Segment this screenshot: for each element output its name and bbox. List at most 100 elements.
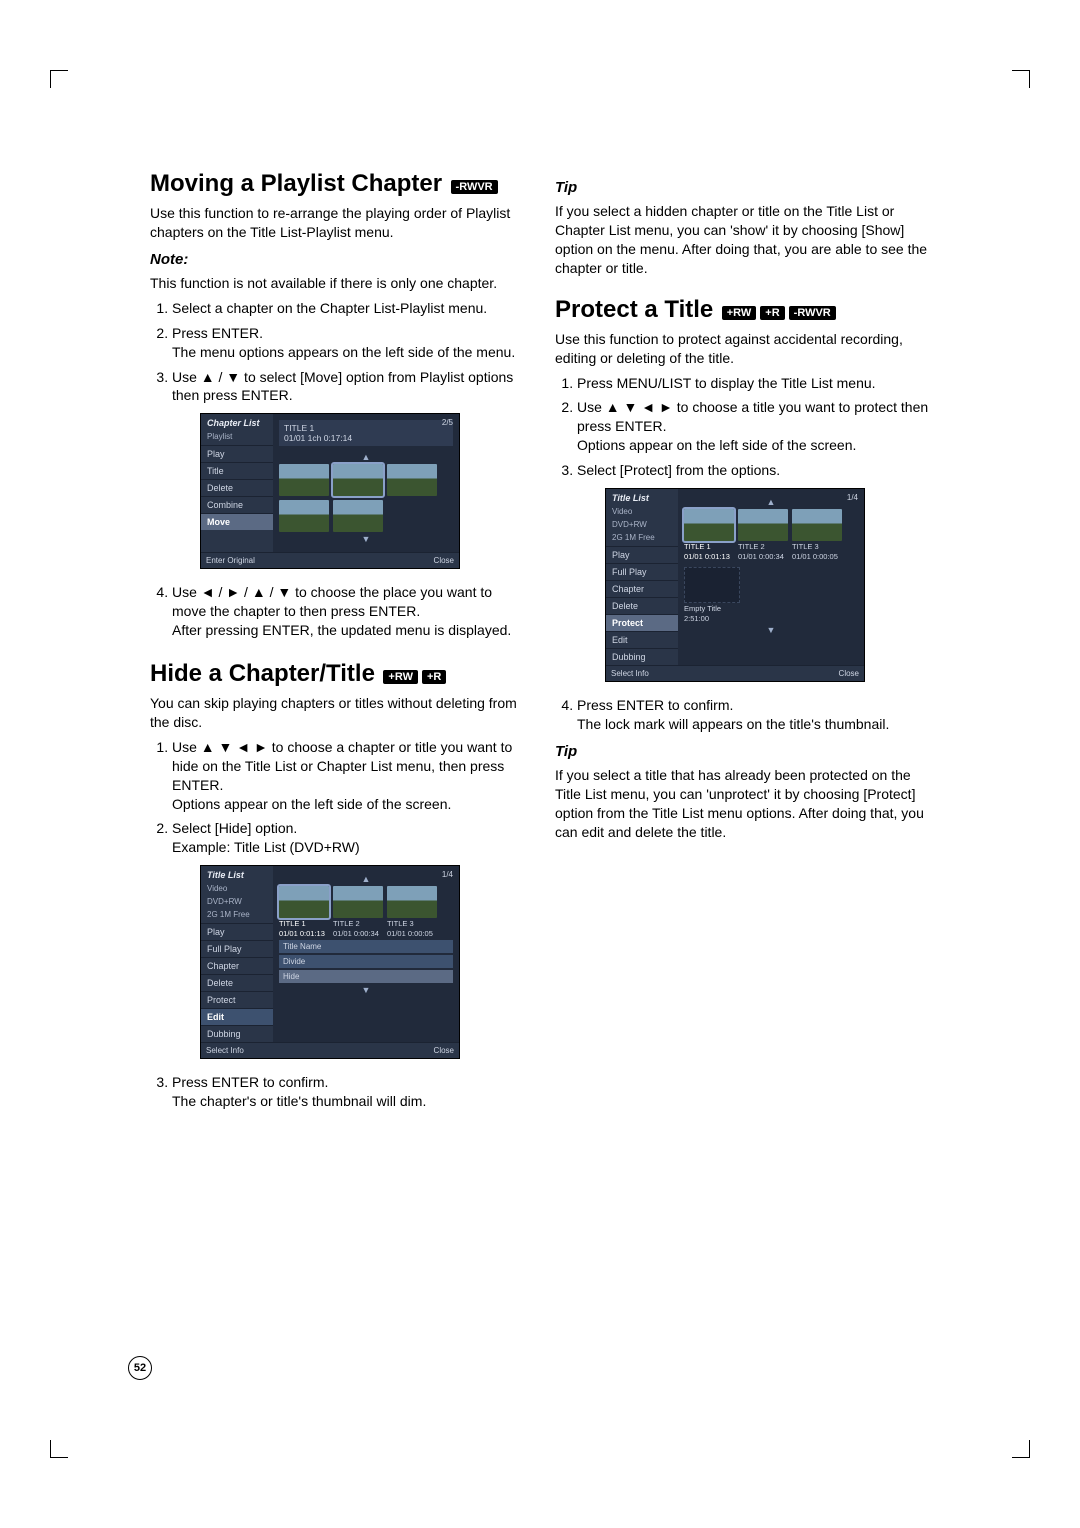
step: Use ◄ / ► / ▲ / ▼ to choose the place yo… bbox=[172, 583, 525, 640]
right-column: Tip If you select a hidden chapter or ti… bbox=[555, 170, 930, 1131]
menu-item: Play bbox=[606, 546, 678, 563]
thumbnail bbox=[387, 886, 437, 918]
menu-item: Play bbox=[201, 445, 273, 462]
empty-thumbnail bbox=[684, 567, 740, 603]
shot-free-space: 2G 1M Free bbox=[201, 910, 273, 923]
menu-item: Combine bbox=[201, 496, 273, 513]
pager-down-icon: ▼ bbox=[684, 623, 858, 637]
step: Press ENTER to confirm.The lock mark wil… bbox=[577, 696, 930, 734]
step: Select a chapter on the Chapter List-Pla… bbox=[172, 299, 525, 318]
edit-submenu-item: Title Name bbox=[279, 940, 453, 953]
steps-protect-1: Press MENU/LIST to display the Title Lis… bbox=[555, 374, 930, 480]
title-cell-selected: TITLE 1 01/01 0:01:13 bbox=[684, 509, 734, 561]
menu-item: Title bbox=[201, 462, 273, 479]
title-cell-selected: TITLE 1 01/01 0:01:13 bbox=[279, 886, 329, 938]
menu-item: Delete bbox=[606, 597, 678, 614]
menu-item: Delete bbox=[201, 974, 273, 991]
step: Select [Hide] option.Example: Title List… bbox=[172, 819, 525, 857]
shot-side-menu: Play Full Play Chapter Delete Protect Ed… bbox=[201, 923, 273, 1042]
badge-rwvr: -RWVR bbox=[451, 180, 498, 194]
title-cell: TITLE 2 01/01 0:00:34 bbox=[738, 509, 788, 561]
badge-r: +R bbox=[760, 306, 784, 320]
step: Use ▲ ▼ ◄ ► to choose a title you want t… bbox=[577, 398, 930, 455]
shot-title: Title List bbox=[606, 489, 678, 507]
badges-moving: -RWVR bbox=[451, 180, 498, 194]
shot-footer-right: Close bbox=[434, 1046, 454, 1055]
menu-item: Chapter bbox=[201, 957, 273, 974]
intro-hide: You can skip playing chapters or titles … bbox=[150, 694, 525, 732]
tip-heading: Tip bbox=[555, 742, 930, 762]
left-column: Moving a Playlist Chapter -RWVR Use this… bbox=[150, 170, 525, 1131]
shot-footer-left: Enter Original bbox=[206, 556, 255, 565]
menu-item: Dubbing bbox=[201, 1025, 273, 1042]
section-hide-chapter: Hide a Chapter/Title +RW +R You can skip… bbox=[150, 660, 525, 1111]
menu-item: Protect bbox=[201, 991, 273, 1008]
screenshot-chapter-list: Chapter List Playlist Play Title Delete … bbox=[200, 413, 460, 569]
badge-rw: +RW bbox=[383, 670, 418, 684]
crop-mark bbox=[1012, 1440, 1030, 1458]
shot-count: 1/4 bbox=[847, 493, 858, 502]
tip-body: If you select a hidden chapter or title … bbox=[555, 202, 930, 278]
shot-footer-left: Select Info bbox=[206, 1046, 244, 1055]
steps-hide-1: Use ▲ ▼ ◄ ► to choose a chapter or title… bbox=[150, 738, 525, 857]
steps-hide-2: Press ENTER to confirm.The chapter's or … bbox=[150, 1073, 525, 1111]
shot-footer-right: Close bbox=[434, 556, 454, 565]
steps-protect-2: Press ENTER to confirm.The lock mark wil… bbox=[555, 696, 930, 734]
screenshot-title-list-hide: Title List Video DVD+RW 2G 1M Free Play … bbox=[200, 865, 460, 1059]
shot-title: Title List bbox=[201, 866, 273, 884]
shot-free-space: 2G 1M Free bbox=[606, 533, 678, 546]
thumbnail bbox=[279, 886, 329, 918]
edit-submenu-item: Divide bbox=[279, 955, 453, 968]
thumbnail bbox=[684, 509, 734, 541]
badges-protect: +RW +R -RWVR bbox=[722, 306, 836, 320]
steps-moving-2: Use ◄ / ► / ▲ / ▼ to choose the place yo… bbox=[150, 583, 525, 640]
shot-subtitle: Video bbox=[201, 884, 273, 897]
crop-mark bbox=[50, 1440, 68, 1458]
pager-down-icon: ▼ bbox=[279, 983, 453, 997]
badge-rwvr: -RWVR bbox=[789, 306, 836, 320]
shot-count: 2/5 bbox=[442, 418, 453, 427]
shot-side-menu: Play Full Play Chapter Delete Protect Ed… bbox=[606, 546, 678, 665]
tip-body: If you select a title that has already b… bbox=[555, 766, 930, 842]
title-cell: TITLE 3 01/01 0:00:05 bbox=[792, 509, 842, 561]
menu-item: Dubbing bbox=[606, 648, 678, 665]
shot-footer-left: Select Info bbox=[611, 669, 649, 678]
page-number: 52 bbox=[128, 1356, 152, 1380]
crop-mark bbox=[1012, 70, 1030, 88]
menu-item: Delete bbox=[201, 479, 273, 496]
tip-heading: Tip bbox=[555, 178, 930, 198]
step: Select [Protect] from the options. bbox=[577, 461, 930, 480]
crop-mark bbox=[50, 70, 68, 88]
section-moving-chapter: Moving a Playlist Chapter -RWVR Use this… bbox=[150, 170, 525, 640]
menu-item: Edit bbox=[606, 631, 678, 648]
heading-hide: Hide a Chapter/Title bbox=[150, 660, 375, 687]
shot-footer-right: Close bbox=[839, 669, 859, 678]
menu-item-selected: Protect bbox=[606, 614, 678, 631]
empty-title-cell: Empty Title 2:51:00 bbox=[684, 567, 740, 623]
note-heading: Note: bbox=[150, 250, 525, 270]
thumbnail-selected bbox=[333, 464, 383, 496]
step: Press MENU/LIST to display the Title Lis… bbox=[577, 374, 930, 393]
menu-item: Chapter bbox=[606, 580, 678, 597]
thumbnail bbox=[333, 886, 383, 918]
intro-protect: Use this function to protect against acc… bbox=[555, 330, 930, 368]
step: Use ▲ ▼ ◄ ► to choose a chapter or title… bbox=[172, 738, 525, 814]
section-protect-title: Protect a Title +RW +R -RWVR Use this fu… bbox=[555, 296, 930, 842]
menu-item-selected: Edit bbox=[201, 1008, 273, 1025]
pager-up-icon: ▲ bbox=[279, 450, 453, 464]
page-content: Moving a Playlist Chapter -RWVR Use this… bbox=[150, 170, 930, 1131]
pager-up-icon: ▲ bbox=[279, 872, 453, 886]
note-body: This function is not available if there … bbox=[150, 274, 525, 293]
badges-hide: +RW +R bbox=[383, 670, 446, 684]
shot-disc-type: DVD+RW bbox=[201, 897, 273, 910]
title-cell: TITLE 3 01/01 0:00:05 bbox=[387, 886, 437, 938]
step: Press ENTER to confirm.The chapter's or … bbox=[172, 1073, 525, 1111]
badge-rw: +RW bbox=[722, 306, 757, 320]
thumbnail bbox=[279, 464, 329, 496]
menu-item: Full Play bbox=[201, 940, 273, 957]
steps-moving-1: Select a chapter on the Chapter List-Pla… bbox=[150, 299, 525, 405]
shot-side-menu: Play Title Delete Combine Move bbox=[201, 445, 273, 552]
heading-moving: Moving a Playlist Chapter bbox=[150, 170, 442, 197]
heading-protect: Protect a Title bbox=[555, 296, 713, 323]
shot-disc-type: DVD+RW bbox=[606, 520, 678, 533]
